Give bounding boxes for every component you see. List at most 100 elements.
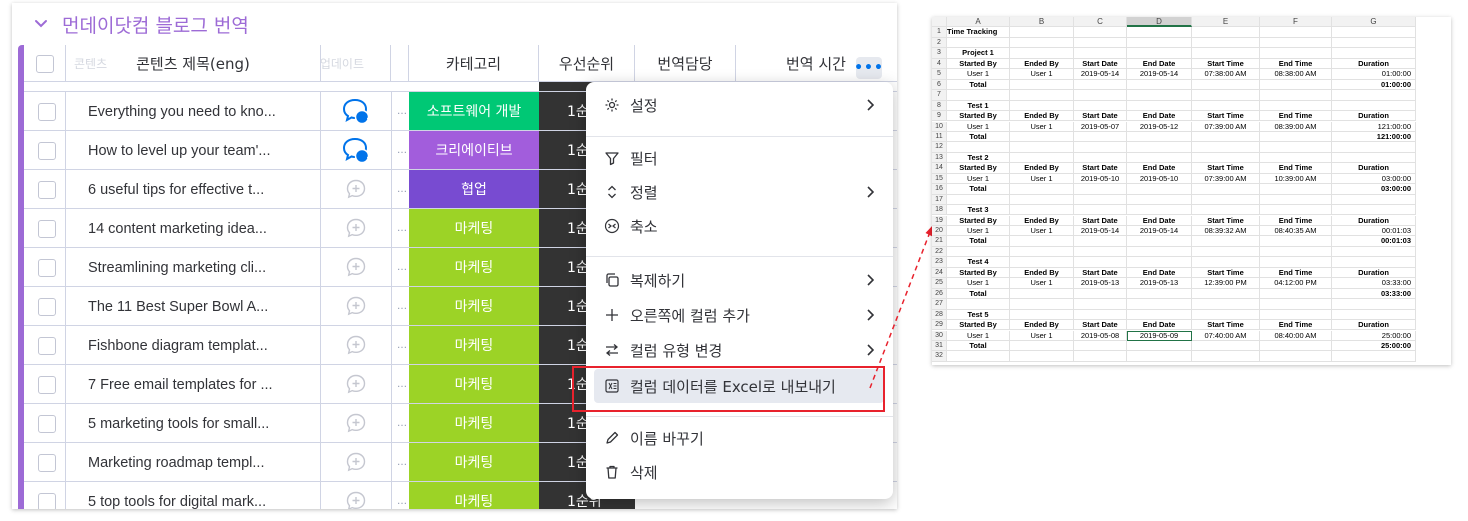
sheet-cell[interactable] [1260, 184, 1332, 195]
sheet-cell[interactable] [1127, 194, 1192, 206]
sheet-cell[interactable]: 00:01:03 [1332, 236, 1416, 247]
row-number[interactable]: 8 [932, 100, 947, 111]
sheet-cell[interactable]: User 1 [1010, 69, 1074, 80]
category-status-pill[interactable]: 마케팅 [409, 248, 539, 286]
add-update-icon[interactable] [345, 178, 367, 200]
sheet-cell[interactable]: Duration [1332, 215, 1416, 226]
sheet-cell[interactable] [1127, 48, 1192, 59]
row-checkbox[interactable] [38, 375, 56, 394]
sheet-cell[interactable]: Started By [947, 58, 1010, 70]
group-title[interactable]: 먼데이닷컴 블로그 번역 [62, 11, 249, 38]
row-update-cell[interactable] [321, 170, 392, 209]
sheet-cell[interactable] [1010, 90, 1074, 101]
sheet-cell[interactable] [947, 90, 1010, 101]
sheet-cell[interactable]: Test 3 [947, 205, 1010, 216]
sheet-cell[interactable] [1127, 257, 1192, 268]
row-number[interactable]: 11 [932, 131, 947, 143]
sheet-cell[interactable] [1332, 142, 1416, 153]
sheet-cell[interactable] [1192, 205, 1260, 216]
category-status-pill[interactable]: 마케팅 [409, 443, 539, 481]
sheet-cell[interactable] [1010, 257, 1074, 268]
sheet-cell[interactable] [947, 246, 1010, 258]
sheet-cell[interactable] [1260, 351, 1332, 362]
column-header-B[interactable]: B [1010, 17, 1074, 28]
sheet-cell[interactable] [1192, 79, 1260, 91]
row-number[interactable]: 9 [932, 111, 947, 122]
column-header-C[interactable]: C [1074, 17, 1127, 28]
sheet-cell[interactable]: End Time [1260, 163, 1332, 174]
row-title-cell[interactable]: 5 top tools for digital mark... [66, 482, 321, 509]
sheet-cell[interactable]: User 1 [1010, 226, 1074, 237]
sheet-cell[interactable] [1074, 142, 1127, 153]
sheet-cell[interactable] [1010, 288, 1074, 300]
header-priority[interactable]: 우선순위 [539, 45, 635, 82]
sheet-cell[interactable]: Project 1 [947, 48, 1010, 59]
sheet-cell[interactable]: Start Time [1192, 215, 1260, 226]
sheet-cell[interactable] [1192, 100, 1260, 111]
sheet-cell[interactable] [1260, 309, 1332, 320]
sheet-cell[interactable]: End Time [1260, 111, 1332, 122]
category-status-pill[interactable]: 마케팅 [409, 482, 539, 509]
row-checkbox[interactable] [38, 297, 56, 316]
sheet-cell[interactable] [1127, 152, 1192, 164]
sheet-cell[interactable]: 08:40:35 AM [1260, 226, 1332, 237]
sheet-cell[interactable]: End Time [1260, 215, 1332, 226]
row-title-cell[interactable]: 14 content marketing idea... [66, 209, 321, 248]
sheet-cell[interactable] [1332, 48, 1416, 59]
category-status-pill[interactable]: 마케팅 [409, 404, 539, 442]
sheet-cell[interactable] [1332, 37, 1416, 49]
sheet-cell[interactable]: Started By [947, 267, 1010, 279]
sheet-cell[interactable]: User 1 [947, 330, 1010, 341]
add-update-icon[interactable] [345, 412, 367, 434]
sheet-cell[interactable] [1074, 27, 1127, 38]
sheet-cell[interactable]: End Date [1127, 267, 1192, 279]
sheet-cell[interactable] [1010, 184, 1074, 195]
row-title-cell[interactable]: 6 useful tips for effective t... [66, 170, 321, 209]
sheet-cell[interactable] [1074, 205, 1127, 216]
column-more-button[interactable]: ••• [854, 57, 883, 79]
sheet-cell[interactable]: Duration [1332, 267, 1416, 279]
sheet-cell[interactable]: Test 1 [947, 100, 1010, 111]
sheet-cell[interactable] [1074, 37, 1127, 49]
sheet-cell[interactable]: 2019-05-14 [1127, 226, 1192, 237]
sheet-cell[interactable]: Start Date [1074, 215, 1127, 226]
sheet-cell[interactable]: End Time [1260, 267, 1332, 279]
row-update-cell[interactable] [321, 326, 392, 365]
row-checkbox[interactable] [38, 258, 56, 277]
sheet-cell[interactable]: 2019-05-10 [1127, 173, 1192, 185]
sheet-cell[interactable] [1010, 79, 1074, 91]
sheet-cell[interactable]: 2019-05-14 [1074, 226, 1127, 237]
sheet-cell[interactable]: Total [947, 236, 1010, 247]
sheet-cell[interactable] [1192, 142, 1260, 153]
menu-item-add-right[interactable]: 오른쪽에 컬럼 추가 [586, 298, 893, 332]
sheet-cell[interactable]: User 1 [1010, 278, 1074, 289]
sheet-cell[interactable]: Start Date [1074, 111, 1127, 122]
sheet-cell[interactable] [1127, 351, 1192, 362]
menu-item-sort[interactable]: 정렬 [586, 175, 893, 209]
menu-item-settings[interactable]: 설정 [586, 88, 893, 122]
sheet-cell[interactable] [947, 37, 1010, 49]
sheet-cell[interactable]: 25:00:00 [1332, 340, 1416, 352]
sheet-cell[interactable] [1010, 194, 1074, 206]
sheet-cell[interactable]: 08:39:32 AM [1192, 226, 1260, 237]
menu-item-delete[interactable]: 삭제 [586, 455, 893, 489]
sheet-cell[interactable]: End Date [1127, 58, 1192, 70]
sheet-cell[interactable] [1332, 100, 1416, 111]
sheet-corner[interactable] [932, 17, 947, 28]
sheet-cell[interactable]: 10:39:00 AM [1260, 173, 1332, 185]
row-number[interactable]: 5 [932, 69, 947, 80]
row-number[interactable]: 16 [932, 184, 947, 195]
sheet-cell[interactable]: User 1 [1010, 121, 1074, 132]
sheet-cell[interactable] [1074, 131, 1127, 143]
sheet-cell[interactable]: Test 4 [947, 257, 1010, 268]
sheet-cell[interactable]: Ended By [1010, 58, 1074, 70]
sheet-cell[interactable]: User 1 [1010, 330, 1074, 341]
sheet-cell[interactable]: Started By [947, 215, 1010, 226]
row-number[interactable]: 1 [932, 27, 947, 38]
sheet-cell[interactable]: 12:39:00 PM [1192, 278, 1260, 289]
menu-item-rename[interactable]: 이름 바꾸기 [586, 421, 893, 455]
sheet-cell[interactable] [1260, 27, 1332, 38]
sheet-cell[interactable]: 04:12:00 PM [1260, 278, 1332, 289]
sheet-cell[interactable] [1127, 299, 1192, 310]
sheet-cell[interactable]: User 1 [947, 173, 1010, 185]
